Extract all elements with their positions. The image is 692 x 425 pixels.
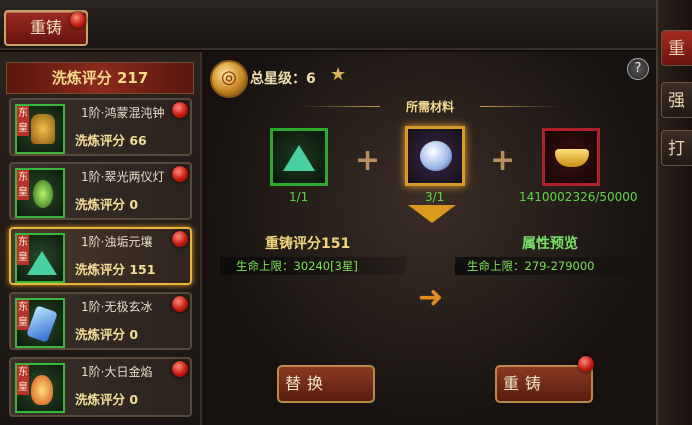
item-name: 1阶·大日金焰 (81, 365, 153, 379)
crystal-orb-icon (420, 141, 452, 171)
material-slot-1[interactable] (270, 128, 328, 186)
current-attribute: 生命上限：30240[3星] (220, 257, 405, 275)
item-name: 1阶·无极玄冰 (81, 300, 153, 314)
recast-button[interactable]: 重铸 (495, 365, 593, 403)
notification-dot (172, 166, 188, 182)
ice-crystal-icon: 东皇 (15, 298, 65, 348)
preview-attribute: 生命上限：279-279000 (455, 257, 635, 275)
item-tag: 东皇 (17, 106, 29, 136)
item-score: 洗炼评分 0 (75, 327, 139, 342)
gold-ingot-icon (555, 149, 589, 167)
divider (480, 106, 560, 107)
recast-score: 重铸评分151 (265, 236, 351, 252)
list-item[interactable]: 东皇 1阶·鸿蒙混沌钟 洗炼评分 66 (9, 98, 192, 156)
attribute-preview-label: 属性预览 (522, 236, 578, 252)
notification-dot (172, 102, 188, 118)
notification-dot (172, 361, 188, 377)
total-wash-score: 洗炼评分 217 (6, 62, 194, 94)
star-icon: ★ (330, 64, 347, 85)
material-count-3: 1410002326/50000 (519, 190, 638, 204)
side-tab-label: 强化 (668, 91, 685, 111)
item-art (26, 305, 58, 343)
help-button[interactable]: ? (627, 58, 649, 80)
side-tab-forge[interactable]: 打造 (661, 130, 692, 166)
lamp-icon: 东皇 (15, 168, 65, 218)
item-tag: 东皇 (17, 365, 29, 395)
down-arrow-icon (408, 205, 456, 223)
bell-icon: 东皇 (15, 104, 65, 154)
tab-recast-label: 重铸 (29, 18, 62, 37)
top-bar (0, 0, 660, 50)
material-count-1: 1/1 (289, 190, 309, 204)
side-tab-label: 重铸 (668, 39, 685, 59)
notification-dot (70, 12, 86, 28)
item-art (31, 114, 55, 144)
earth-pile-icon: 东皇 (15, 233, 65, 283)
list-item[interactable]: 东皇 1阶·无极玄冰 洗炼评分 0 (9, 292, 192, 350)
notification-dot (578, 356, 594, 372)
item-score: 洗炼评分 151 (75, 262, 156, 277)
list-item[interactable]: 东皇 1阶·翠光两仪灯 洗炼评分 0 (9, 162, 192, 220)
item-art (31, 375, 53, 405)
earth-pile-icon (283, 145, 315, 171)
side-tab-recast[interactable]: 重铸 (661, 30, 692, 66)
item-name: 1阶·鸿蒙混沌钟 (81, 106, 165, 120)
replace-button[interactable]: 替换 (277, 365, 375, 403)
plus-icon: + (355, 143, 381, 178)
star-level-emblem-icon: ◎ (210, 60, 248, 98)
item-score: 洗炼评分 0 (75, 392, 139, 407)
item-score: 洗炼评分 66 (75, 133, 147, 148)
item-name: 1阶·翠光两仪灯 (81, 170, 165, 184)
item-tag: 东皇 (17, 300, 29, 330)
notification-dot (172, 231, 188, 247)
side-tab-label: 打造 (668, 139, 685, 159)
flame-icon: 东皇 (15, 363, 65, 413)
item-tag: 东皇 (17, 170, 29, 200)
material-count-2: 3/1 (425, 190, 445, 204)
total-star-level: 总星级：6 (250, 71, 316, 87)
right-arrow-icon: ➜ (418, 280, 444, 315)
item-name: 1阶·浊垢元壤 (81, 235, 153, 249)
item-score: 洗炼评分 0 (75, 197, 139, 212)
item-art (33, 180, 53, 208)
plus-icon: + (490, 143, 516, 178)
material-slot-3[interactable] (542, 128, 600, 186)
side-tab-enhance[interactable]: 强化 (661, 82, 692, 118)
list-item[interactable]: 东皇 1阶·浊垢元壤 洗炼评分 151 (9, 227, 192, 285)
list-item[interactable]: 东皇 1阶·大日金焰 洗炼评分 0 (9, 357, 192, 417)
item-art (27, 251, 57, 275)
material-slot-2[interactable] (405, 126, 465, 186)
notification-dot (172, 296, 188, 312)
